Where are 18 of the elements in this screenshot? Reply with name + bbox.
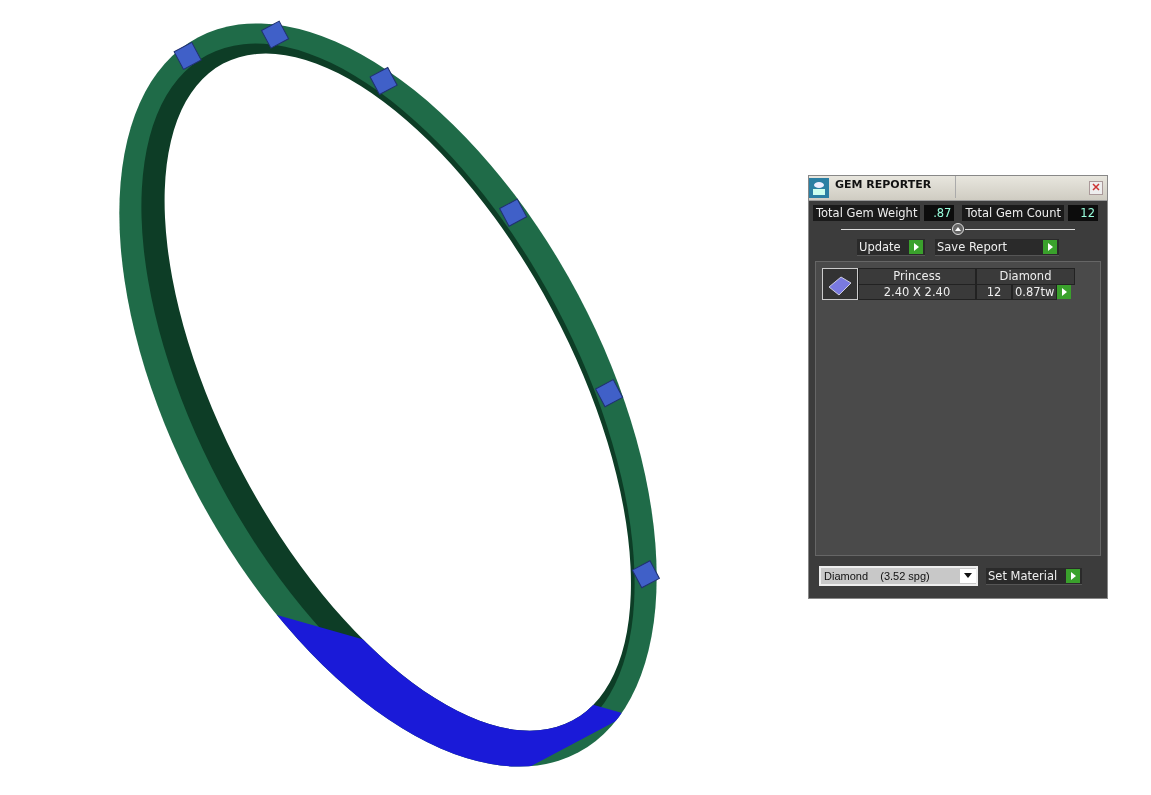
panel-title: GEM REPORTER <box>835 176 956 198</box>
play-icon <box>1043 240 1057 254</box>
total-value: .87 <box>924 205 955 221</box>
play-icon <box>909 240 923 254</box>
material-dropdown[interactable]: Diamond (3.52 spg) <box>819 566 978 586</box>
play-icon <box>1066 568 1080 583</box>
gem-shape: Princess <box>858 269 976 285</box>
collapse-handle-icon[interactable] <box>951 223 965 235</box>
close-button[interactable] <box>1089 181 1103 195</box>
gem-app-icon <box>809 178 829 198</box>
total-value: 12 <box>1067 205 1098 221</box>
total-label: Total Gem Count <box>962 205 1064 221</box>
total-label: Total Gem Weight <box>813 205 921 221</box>
action-button[interactable]: Update <box>857 239 925 256</box>
gem-thumbnail <box>822 268 858 300</box>
action-button[interactable]: Save Report <box>935 239 1059 256</box>
set-material-button[interactable]: Set Material <box>986 567 1082 585</box>
gem-material: Diamond <box>976 269 1075 285</box>
